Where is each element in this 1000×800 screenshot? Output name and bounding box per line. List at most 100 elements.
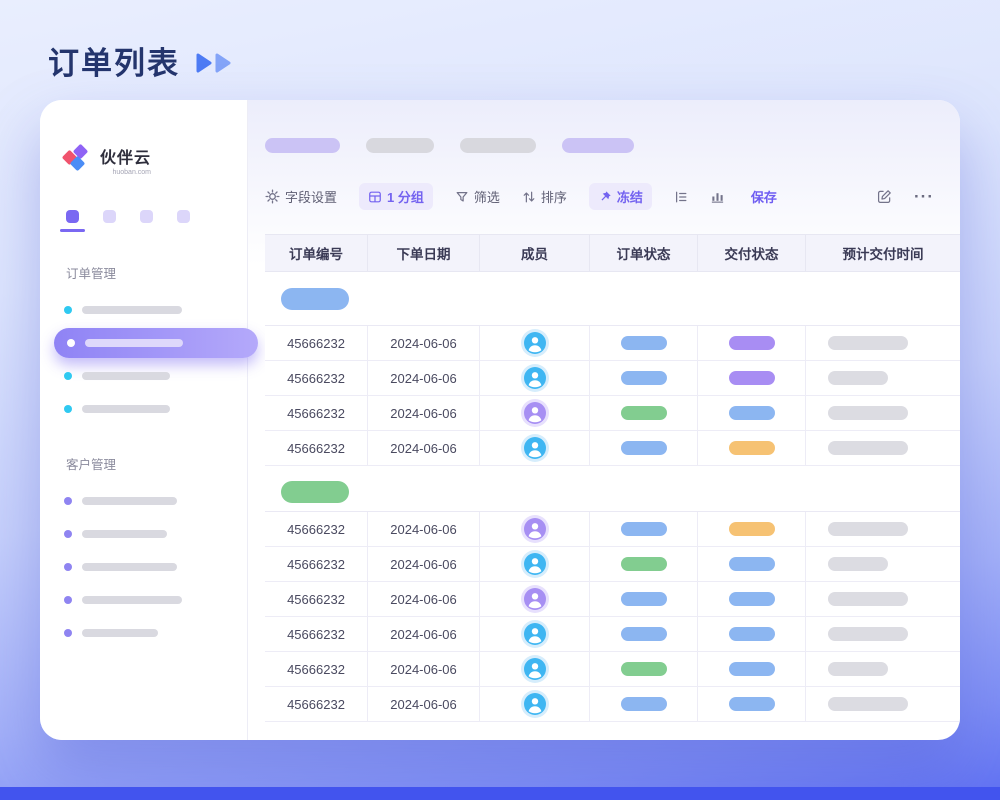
- list-dot-icon: [64, 596, 72, 604]
- member-cell: [480, 582, 590, 616]
- member-avatar-icon: [524, 518, 546, 540]
- order-status-cell: [590, 687, 698, 721]
- table-row[interactable]: 456662322024-06-06: [265, 512, 960, 547]
- skeleton-bar: [82, 530, 167, 538]
- order-status-cell: [590, 582, 698, 616]
- skeleton-pill: [366, 138, 434, 153]
- pin-icon: [598, 190, 612, 204]
- list-dot-icon: [64, 563, 72, 571]
- member-avatar-icon: [524, 437, 546, 459]
- sidebar-item[interactable]: [64, 394, 247, 424]
- double-play-icon: [194, 52, 236, 74]
- order-status-cell: [590, 547, 698, 581]
- table-row[interactable]: 456662322024-06-06: [265, 582, 960, 617]
- table-row[interactable]: 456662322024-06-06: [265, 431, 960, 466]
- row-height-button[interactable]: [674, 190, 688, 204]
- list-dot-icon: [64, 372, 72, 380]
- delivery-status-cell: [698, 582, 806, 616]
- eta-cell: [806, 361, 960, 395]
- table-row[interactable]: 456662322024-06-06: [265, 361, 960, 396]
- skeleton-pill: [562, 138, 634, 153]
- sidebar-item[interactable]: [64, 486, 247, 516]
- workspace-tab[interactable]: [103, 210, 116, 223]
- skeleton-bar: [82, 497, 177, 505]
- huoban-logo-icon: [64, 144, 91, 171]
- sidebar-section-orders: 订单管理: [64, 263, 247, 424]
- table-row[interactable]: 456662322024-06-06: [265, 326, 960, 361]
- filter-button[interactable]: 筛选: [455, 187, 500, 206]
- delivery-status-pill: [729, 557, 775, 571]
- more-button[interactable]: ···: [914, 187, 934, 207]
- chart-icon: [710, 189, 725, 204]
- workspace-tab[interactable]: [140, 210, 153, 223]
- eta-cell: [806, 687, 960, 721]
- eta-placeholder-pill: [828, 371, 888, 385]
- eta-cell: [806, 582, 960, 616]
- column-header-delivery-status[interactable]: 交付状态: [698, 235, 806, 271]
- order-date-cell: 2024-06-06: [368, 547, 480, 581]
- delivery-status-cell: [698, 396, 806, 430]
- group-header-row[interactable]: [265, 272, 960, 326]
- delivery-status-cell: [698, 652, 806, 686]
- delivery-status-cell: [698, 617, 806, 651]
- field-settings-button[interactable]: 字段设置: [265, 187, 337, 206]
- chart-button[interactable]: [710, 189, 725, 204]
- freeze-button[interactable]: 冻结: [589, 183, 652, 210]
- table-row[interactable]: 456662322024-06-06: [265, 652, 960, 687]
- section-label-orders: 订单管理: [66, 263, 247, 282]
- skeleton-bar: [82, 563, 177, 571]
- table-row[interactable]: 456662322024-06-06: [265, 617, 960, 652]
- delivery-status-cell: [698, 361, 806, 395]
- delivery-status-pill: [729, 697, 775, 711]
- delivery-status-pill: [729, 441, 775, 455]
- member-avatar-icon: [524, 367, 546, 389]
- table-row[interactable]: 456662322024-06-06: [265, 396, 960, 431]
- sort-button[interactable]: 排序: [522, 187, 567, 206]
- delivery-status-cell: [698, 512, 806, 546]
- order-status-cell: [590, 652, 698, 686]
- workspace-tabs: [64, 210, 247, 223]
- workspace-tab-active[interactable]: [66, 210, 79, 223]
- sidebar-item[interactable]: [64, 585, 247, 615]
- group-header-row[interactable]: [265, 466, 960, 512]
- workspace-tab[interactable]: [177, 210, 190, 223]
- column-header-eta[interactable]: 预计交付时间: [806, 235, 960, 271]
- order-date-cell: 2024-06-06: [368, 326, 480, 360]
- column-header-order-status[interactable]: 订单状态: [590, 235, 698, 271]
- table-row[interactable]: 456662322024-06-06: [265, 547, 960, 582]
- field-settings-label: 字段设置: [285, 187, 337, 206]
- delivery-status-pill: [729, 336, 775, 350]
- sidebar-item[interactable]: [64, 361, 247, 391]
- sidebar-item[interactable]: [64, 552, 247, 582]
- order-date-cell: 2024-06-06: [368, 396, 480, 430]
- member-cell: [480, 617, 590, 651]
- order-date-cell: 2024-06-06: [368, 361, 480, 395]
- eta-cell: [806, 512, 960, 546]
- save-button[interactable]: 保存: [751, 187, 777, 206]
- member-cell: [480, 361, 590, 395]
- order-status-cell: [590, 396, 698, 430]
- column-header-member[interactable]: 成员: [480, 235, 590, 271]
- sidebar-item[interactable]: [64, 295, 247, 325]
- bottom-bar: [0, 787, 1000, 800]
- sidebar-item-selected[interactable]: [54, 328, 258, 358]
- grid-icon: [368, 190, 382, 204]
- table-row[interactable]: 456662322024-06-06: [265, 687, 960, 722]
- order-status-cell: [590, 361, 698, 395]
- order-status-pill: [621, 627, 667, 641]
- order-date-cell: 2024-06-06: [368, 512, 480, 546]
- sidebar-item[interactable]: [64, 618, 247, 648]
- order-date-cell: 2024-06-06: [368, 652, 480, 686]
- list-dot-icon: [64, 530, 72, 538]
- delivery-status-cell: [698, 687, 806, 721]
- toolbar: 字段设置 1 分组 筛选 排序 冻结: [265, 183, 960, 210]
- row-height-icon: [674, 190, 688, 204]
- freeze-label: 冻结: [617, 187, 643, 206]
- order-status-pill: [621, 557, 667, 571]
- order-status-cell: [590, 326, 698, 360]
- column-header-order-no[interactable]: 订单编号: [265, 235, 368, 271]
- sidebar-item[interactable]: [64, 519, 247, 549]
- group-button[interactable]: 1 分组: [359, 183, 433, 210]
- edit-button[interactable]: [877, 189, 892, 204]
- column-header-order-date[interactable]: 下单日期: [368, 235, 480, 271]
